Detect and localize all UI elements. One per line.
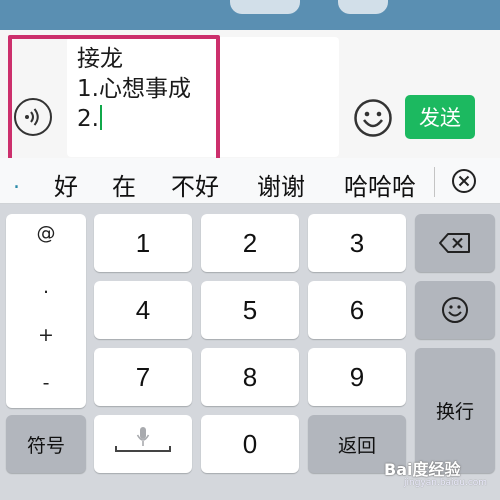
chat-background [0,0,500,30]
key-8[interactable]: 8 [201,348,299,406]
symbol-switch-key[interactable]: 符号 [6,415,86,473]
emoji-button[interactable] [353,98,393,138]
candidate-word[interactable]: 不好 [171,167,219,202]
backspace-key[interactable] [415,214,495,272]
key-0[interactable]: 0 [201,415,299,473]
send-button[interactable]: 发送 [405,95,475,139]
symbol-key[interactable]: - [6,372,86,394]
space-bar-indicator [115,446,171,452]
candidate-word[interactable]: 好 [54,167,78,202]
key-2[interactable]: 2 [201,214,299,272]
candidate-dot[interactable]: . [13,169,20,194]
key-1[interactable]: 1 [94,214,192,272]
emoji-key[interactable] [415,281,495,339]
candidate-word[interactable]: 哈哈哈 [344,167,416,202]
key-4[interactable]: 4 [94,281,192,339]
key-3[interactable]: 3 [308,214,406,272]
key-6[interactable]: 6 [308,281,406,339]
watermark-logo: Bai度经验 [384,460,461,479]
clear-icon [452,169,476,193]
key-5[interactable]: 5 [201,281,299,339]
clear-candidates-button[interactable] [451,168,477,194]
chat-bubble-fragment [338,0,388,14]
voice-key[interactable] [94,415,192,473]
symbol-key[interactable]: + [6,324,86,346]
backspace-icon [439,233,470,253]
annotation-highlight-box [8,35,220,166]
smiley-icon [442,297,468,323]
key-7[interactable]: 7 [94,348,192,406]
newline-key[interactable]: 换行 [415,348,495,473]
emoji-icon [354,99,392,137]
candidate-word[interactable]: 谢谢 [257,167,305,202]
candidate-bar: . 好 在 不好 谢谢 哈哈哈 [0,158,500,204]
key-9[interactable]: 9 [308,348,406,406]
candidate-divider [434,167,435,197]
symbol-key[interactable]: @ [6,222,86,244]
watermark-url: jingyan.baidu.com [404,478,488,488]
symbol-key[interactable]: . [6,276,86,298]
chat-bubble-fragment [230,0,300,14]
candidate-word[interactable]: 在 [112,167,136,202]
symbol-column[interactable]: @ . + - [6,214,86,408]
